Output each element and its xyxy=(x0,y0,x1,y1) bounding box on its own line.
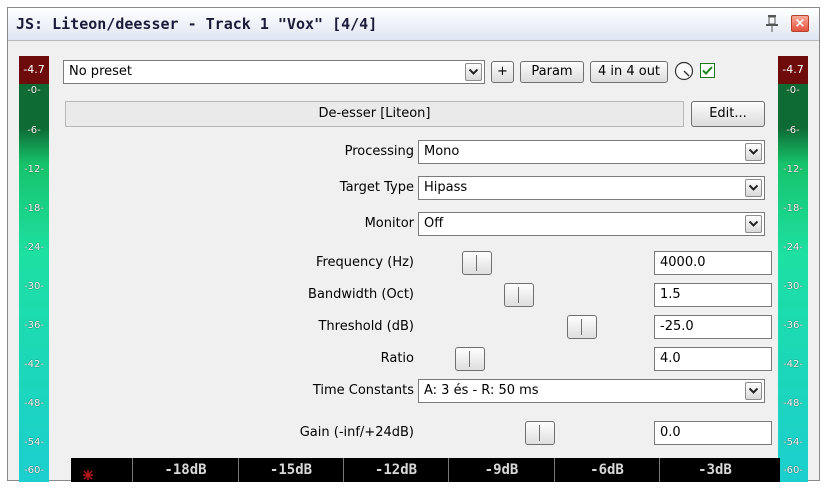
gain-reduction-meter: -18dB -15dB -12dB -9dB -6dB -3dB xyxy=(71,458,780,482)
meter-tick: -54- xyxy=(783,437,803,448)
processing-label: Processing xyxy=(344,144,414,159)
meter-tick: -12- xyxy=(24,164,44,175)
bandwidth-slider[interactable] xyxy=(426,283,646,307)
bandwidth-slider-handle[interactable] xyxy=(504,283,534,307)
meter-tick: -36- xyxy=(24,320,44,331)
close-button[interactable]: × xyxy=(791,15,809,32)
output-level-meter: -4.7 -0- -6- -12- -18- -24- -30- -36- -4… xyxy=(778,56,808,482)
meter-tick: -24- xyxy=(24,242,44,253)
scale-label: -6dB xyxy=(590,462,624,478)
pin-icon[interactable] xyxy=(764,14,780,32)
monitor-label: Monitor xyxy=(364,216,414,231)
title-bar[interactable]: JS: Liteon/deesser - Track 1 "Vox" [4/4]… xyxy=(8,8,819,41)
frequency-slider[interactable] xyxy=(426,251,646,275)
plugin-name-bar: De-esser [Liteon] xyxy=(65,101,684,127)
io-routing-button[interactable]: 4 in 4 out xyxy=(590,61,668,83)
threshold-label: Threshold (dB) xyxy=(318,319,414,334)
meter-tick: -54- xyxy=(24,437,44,448)
scale-label: -12dB xyxy=(374,462,418,478)
bandwidth-label: Bandwidth (Oct) xyxy=(308,287,414,302)
meter-tick: -60- xyxy=(783,465,803,476)
chevron-down-icon[interactable] xyxy=(465,63,482,81)
threshold-field[interactable]: -25.0 xyxy=(654,315,772,339)
meter-tick: -12- xyxy=(783,164,803,175)
preset-dropdown[interactable]: No preset xyxy=(63,60,485,84)
target-type-dropdown[interactable]: Hipass xyxy=(418,176,765,200)
meter-tick: -24- xyxy=(783,242,803,253)
bandwidth-field[interactable]: 1.5 xyxy=(654,283,772,307)
processing-value: Mono xyxy=(424,144,460,159)
meter-tick: -18- xyxy=(24,203,44,214)
time-constants-label: Time Constants xyxy=(312,383,414,398)
scale-label: -18dB xyxy=(164,462,207,478)
bypass-checkbox[interactable] xyxy=(700,63,715,78)
threshold-slider-handle[interactable] xyxy=(567,315,597,339)
meter-tick: -18- xyxy=(783,203,803,214)
time-constants-dropdown[interactable]: A: 3 és - R: 50 ms xyxy=(418,379,765,403)
meter-tick: -6- xyxy=(27,125,41,136)
frequency-slider-handle[interactable] xyxy=(462,251,492,275)
output-peak-readout: -4.7 xyxy=(778,56,808,84)
threshold-slider[interactable] xyxy=(426,315,646,339)
monitor-value: Off xyxy=(424,216,444,231)
input-level-meter: -4.7 -0- -6- -12- -18- -24- -30- -36- -4… xyxy=(19,56,49,482)
meter-tick: -42- xyxy=(783,359,803,370)
processing-dropdown[interactable]: Mono xyxy=(418,140,765,164)
meter-tick: -48- xyxy=(783,398,803,409)
chevron-down-icon[interactable] xyxy=(745,382,762,400)
meter-tick: -36- xyxy=(783,320,803,331)
meter-tick: -0- xyxy=(27,85,41,96)
meter-tick: -30- xyxy=(783,281,803,292)
meter-tick: -30- xyxy=(24,281,44,292)
frequency-label: Frequency (Hz) xyxy=(315,255,414,270)
plugin-name: De-esser [Liteon] xyxy=(318,106,431,121)
add-preset-button[interactable]: + xyxy=(491,61,514,83)
scale-label: -9dB xyxy=(484,462,519,478)
chevron-down-icon[interactable] xyxy=(745,179,762,197)
wet-dry-knob[interactable] xyxy=(674,61,694,81)
preset-value: No preset xyxy=(69,64,132,79)
gain-value: 0.0 xyxy=(660,425,681,440)
chevron-down-icon[interactable] xyxy=(745,215,762,233)
input-peak-readout: -4.7 xyxy=(19,56,49,84)
threshold-value: -25.0 xyxy=(660,319,694,334)
ratio-slider[interactable] xyxy=(426,347,646,371)
meter-tick: -6- xyxy=(786,125,800,136)
meter-tick: -48- xyxy=(24,398,44,409)
monitor-dropdown[interactable]: Off xyxy=(418,212,765,236)
frequency-field[interactable]: 4000.0 xyxy=(654,251,772,275)
edit-button[interactable]: Edit... xyxy=(691,101,765,127)
scale-label: -15dB xyxy=(269,462,313,478)
window-title: JS: Liteon/deesser - Track 1 "Vox" [4/4] xyxy=(16,15,378,33)
target-type-value: Hipass xyxy=(424,180,468,195)
meter-tick: -0- xyxy=(786,85,800,96)
target-type-label: Target Type xyxy=(339,180,414,195)
ratio-field[interactable]: 4.0 xyxy=(654,347,772,371)
time-constants-value: A: 3 és - R: 50 ms xyxy=(424,383,539,398)
ratio-label: Ratio xyxy=(380,351,414,366)
chevron-down-icon[interactable] xyxy=(745,143,762,161)
meter-tick: -42- xyxy=(24,359,44,370)
gain-field[interactable]: 0.0 xyxy=(654,421,772,445)
gain-label: Gain (-inf/+24dB) xyxy=(299,425,414,440)
bandwidth-value: 1.5 xyxy=(660,287,681,302)
gain-slider[interactable] xyxy=(426,421,646,445)
ratio-slider-handle[interactable] xyxy=(455,347,485,371)
gain-slider-handle[interactable] xyxy=(525,421,555,445)
frequency-value: 4000.0 xyxy=(660,255,706,270)
param-button[interactable]: Param xyxy=(520,61,584,83)
meter-tick: -60- xyxy=(24,465,44,476)
scale-label: -3dB xyxy=(698,462,732,478)
clip-marker-icon xyxy=(83,465,93,480)
ratio-value: 4.0 xyxy=(660,351,681,366)
plugin-window: JS: Liteon/deesser - Track 1 "Vox" [4/4]… xyxy=(7,7,820,482)
